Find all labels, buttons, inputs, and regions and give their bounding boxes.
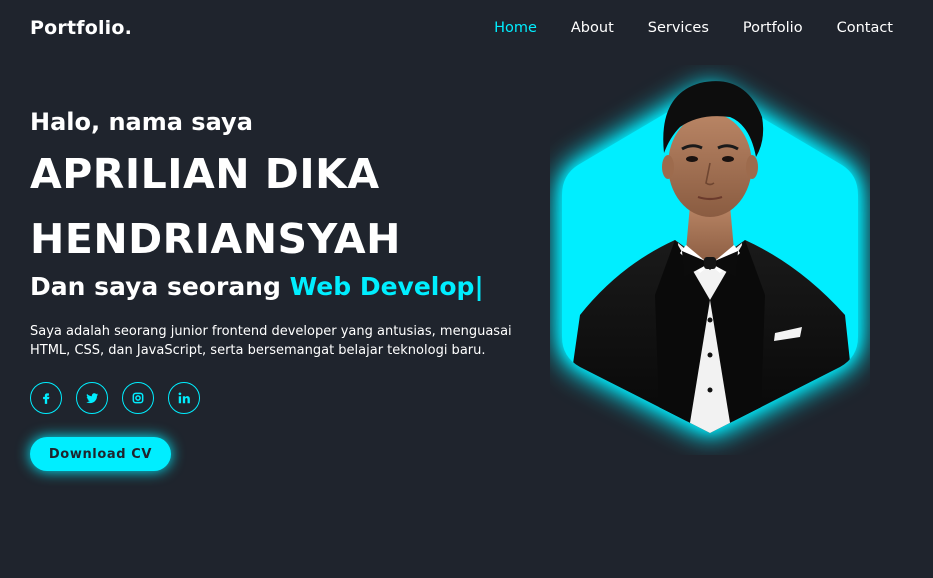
twitter-icon <box>86 393 99 404</box>
linkedin-icon <box>178 392 190 404</box>
facebook-icon <box>43 393 50 404</box>
nav-contact[interactable]: Contact <box>837 20 893 36</box>
hero-description: Saya adalah seorang junior frontend deve… <box>30 324 512 358</box>
instagram-icon <box>132 392 144 404</box>
hero-name: APRILIAN DIKA HENDRIANSYAH <box>30 142 401 272</box>
logo[interactable]: Portfolio. <box>30 17 132 39</box>
greeting: Halo, nama saya <box>30 108 253 136</box>
portrait-photo <box>562 81 858 433</box>
role-line: Dan saya seorang Web Develop| <box>30 272 484 301</box>
nav-services[interactable]: Services <box>648 20 709 36</box>
role-prefix: Dan saya seorang <box>30 272 281 301</box>
twitter-link[interactable] <box>76 382 108 414</box>
nav-portfolio[interactable]: Portfolio <box>743 20 803 36</box>
name-line-2: HENDRIANSYAH <box>30 215 401 263</box>
social-links <box>30 382 200 414</box>
main-nav: Home About Services Portfolio Contact <box>494 20 893 36</box>
nav-about[interactable]: About <box>571 20 614 36</box>
linkedin-link[interactable] <box>168 382 200 414</box>
facebook-link[interactable] <box>30 382 62 414</box>
nav-home[interactable]: Home <box>494 20 537 36</box>
instagram-link[interactable] <box>122 382 154 414</box>
download-cv-button[interactable]: Download CV <box>30 437 171 471</box>
role-typed-text: Web Develop| <box>289 272 484 301</box>
portfolio-page: Portfolio. Home About Services Portfolio… <box>0 0 933 578</box>
name-line-1: APRILIAN DIKA <box>30 150 380 198</box>
